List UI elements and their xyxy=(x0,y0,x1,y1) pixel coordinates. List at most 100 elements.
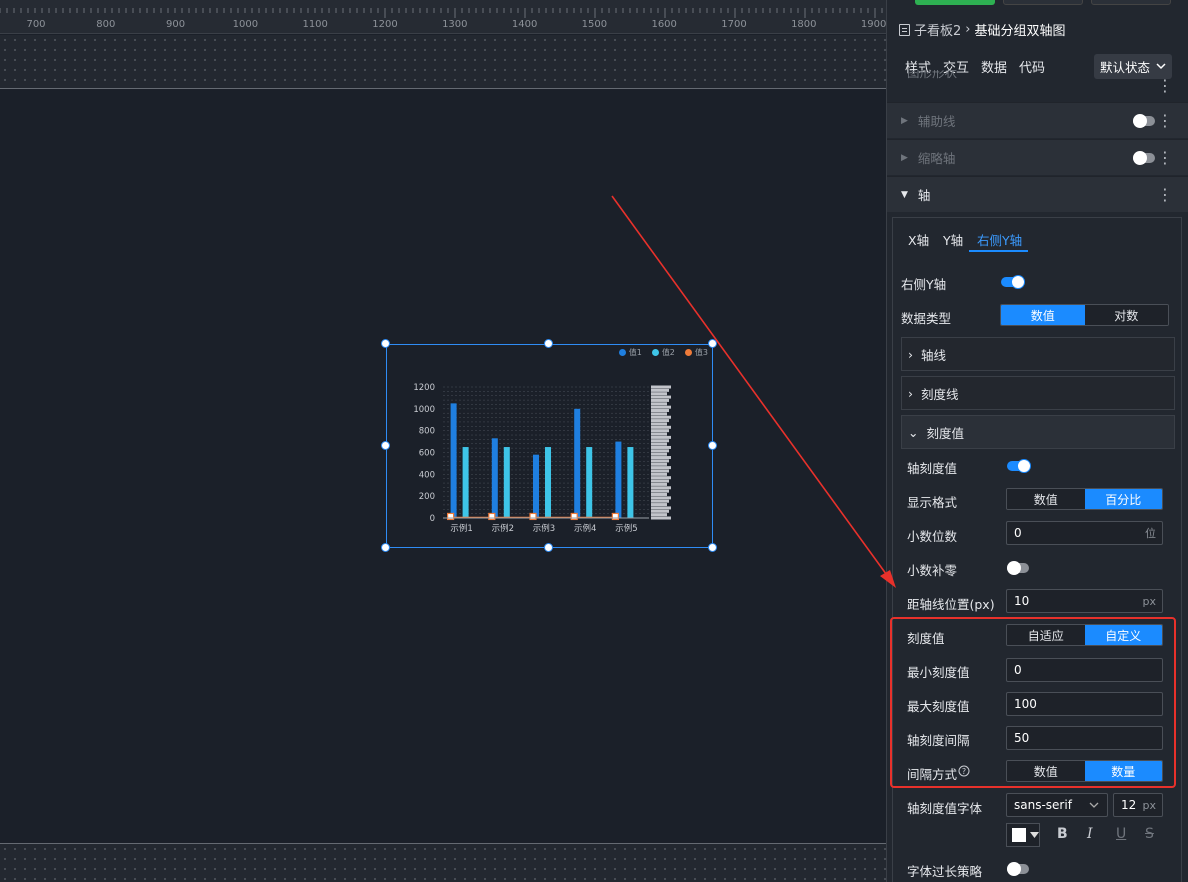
top-actions xyxy=(915,0,1171,5)
more-button[interactable] xyxy=(1091,0,1171,5)
right-axis-tick-label xyxy=(651,506,671,510)
resize-handle-left[interactable] xyxy=(381,441,390,450)
right-y-toggle[interactable] xyxy=(1001,275,1025,289)
data-type-label: 数据类型 xyxy=(901,311,952,326)
right-axis-tick-label xyxy=(651,472,667,476)
caret-down-icon xyxy=(1030,832,1039,838)
font-size-input[interactable]: 12 px xyxy=(1113,793,1163,817)
chevron-down-icon: ⌄ xyxy=(908,424,919,440)
resize-handle-bottom-right[interactable] xyxy=(708,543,717,552)
right-axis-tick-label xyxy=(651,469,669,473)
canvas-area[interactable]: 700 800 900 1000 1100 1200 1300 1400 1500 1600 170… xyxy=(0,0,886,882)
section-label: 辅助线 xyxy=(917,114,956,129)
tick-value-label: 轴刻度值 xyxy=(907,461,958,476)
right-axis-tick-label xyxy=(651,509,669,513)
right-axis-tick-label xyxy=(651,499,669,503)
right-axis-tick-label xyxy=(651,409,669,413)
right-axis-tick-label xyxy=(651,435,671,439)
right-axis-tick-label xyxy=(651,388,669,392)
right-axis-tick-label xyxy=(651,466,671,470)
underline-icon[interactable]: U xyxy=(1116,826,1126,842)
right-axis-tick-label xyxy=(651,456,671,460)
format-percent-option[interactable]: 百分比 xyxy=(1084,489,1162,509)
fold-tick-value[interactable]: ⌄ 刻度值 xyxy=(901,415,1175,449)
font-color-picker[interactable] xyxy=(1006,823,1040,847)
canvas-margin-bottom xyxy=(0,843,886,882)
right-axis-tick-label xyxy=(651,412,667,416)
right-axis-tick-label xyxy=(651,503,667,507)
chevron-down-icon xyxy=(1089,802,1099,808)
fold-tick-line[interactable]: › 刻度线 xyxy=(901,376,1175,410)
right-axis-tick-label xyxy=(651,398,669,402)
section-zoom-axis[interactable]: ▶ 缩略轴 ⋮ xyxy=(887,139,1188,175)
chevron-right-icon: › xyxy=(908,385,913,401)
x-tick-label: 示例5 xyxy=(615,523,637,534)
data-type-log-option[interactable]: 对数 xyxy=(1084,305,1168,325)
right-axis-tick-label xyxy=(651,402,667,406)
color-swatch xyxy=(1012,828,1026,842)
right-axis-tick-label xyxy=(651,516,671,520)
resize-handle-top-left[interactable] xyxy=(381,339,390,348)
decimals-input[interactable]: 0 位 xyxy=(1006,521,1163,545)
preview-button[interactable] xyxy=(1003,0,1083,5)
pad-zero-toggle[interactable] xyxy=(1007,561,1029,575)
kebab-icon[interactable]: ⋮ xyxy=(1157,111,1173,130)
section-guideline[interactable]: ▶ 辅助线 ⋮ xyxy=(887,102,1188,138)
strikethrough-icon[interactable]: S xyxy=(1145,826,1154,842)
kebab-icon[interactable]: ⋮ xyxy=(1157,76,1173,95)
y-tick-label: 800 xyxy=(419,427,435,437)
chart-plot: 0 200 400 600 800 1000 1200 示例1 示例2 示例3 示例4 示例5 xyxy=(413,383,671,534)
breadcrumb-parent[interactable]: 子看板2 xyxy=(914,20,961,39)
tab-y-axis[interactable]: Y轴 xyxy=(943,230,963,249)
kebab-icon[interactable]: ⋮ xyxy=(1157,185,1173,204)
ruler-label: 1900 xyxy=(860,19,886,30)
bar xyxy=(615,441,622,518)
caret-right-icon: ▶ xyxy=(901,115,908,126)
ruler-label: 1300 xyxy=(442,19,468,30)
italic-icon[interactable]: I xyxy=(1087,826,1093,842)
overflow-toggle[interactable] xyxy=(1007,862,1029,876)
line-point xyxy=(570,512,578,521)
ruler-label: 1200 xyxy=(372,19,398,30)
ruler-label: 1000 xyxy=(232,19,259,30)
chart-widget[interactable]: 值1 值2 值3 0 200 400 600 800 1000 1200 示例1 示例2 示例3 示… xyxy=(386,344,713,548)
chevron-down-icon xyxy=(1156,63,1166,70)
bold-icon[interactable]: B xyxy=(1057,826,1068,842)
data-type-value-option[interactable]: 数值 xyxy=(1001,305,1085,325)
tab-right-y-axis[interactable]: 右侧Y轴 xyxy=(977,230,1022,249)
kebab-icon[interactable]: ⋮ xyxy=(1157,148,1173,167)
guideline-toggle[interactable] xyxy=(1133,114,1155,128)
caret-down-icon: ▼ xyxy=(901,189,908,200)
display-format-segment: 数值 百分比 xyxy=(1006,488,1163,510)
font-family-select[interactable]: sans-serif xyxy=(1006,793,1108,817)
bar xyxy=(533,454,539,518)
right-axis-tick-label xyxy=(651,479,669,483)
data-type-segment: 数值 对数 xyxy=(1000,304,1169,326)
section-axis[interactable]: ▼ 轴 ⋮ xyxy=(887,176,1188,212)
publish-button[interactable] xyxy=(915,0,995,5)
tick-value-toggle[interactable] xyxy=(1007,459,1031,473)
caret-right-icon: ▶ xyxy=(901,152,908,163)
ruler-label: 700 xyxy=(26,19,46,30)
resize-handle-bottom-left[interactable] xyxy=(381,543,390,552)
fold-label: 轴线 xyxy=(921,347,947,363)
section-shape[interactable]: 图形形状 ⋮ xyxy=(887,70,1188,102)
distance-input[interactable]: 10 px xyxy=(1006,589,1163,613)
right-axis-tick-label xyxy=(651,445,671,449)
fold-axis-line[interactable]: › 轴线 xyxy=(901,337,1175,371)
decimals-value: 0 xyxy=(1014,526,1022,540)
format-number-option[interactable]: 数值 xyxy=(1007,489,1085,509)
right-axis-tick-label xyxy=(651,405,671,409)
resize-handle-top-right[interactable] xyxy=(708,339,717,348)
font-size-value: 12 xyxy=(1121,798,1137,812)
resize-handle-top[interactable] xyxy=(544,339,553,348)
section-label: 轴 xyxy=(917,188,931,203)
line-point xyxy=(488,512,496,521)
decimals-unit: 位 xyxy=(1145,527,1156,540)
tab-x-axis[interactable]: X轴 xyxy=(908,230,929,249)
zoom-axis-toggle[interactable] xyxy=(1133,151,1155,165)
resize-handle-right[interactable] xyxy=(708,441,717,450)
resize-handle-bottom[interactable] xyxy=(544,543,553,552)
fold-label: 刻度线 xyxy=(921,386,959,402)
display-format-label: 显示格式 xyxy=(907,495,958,510)
